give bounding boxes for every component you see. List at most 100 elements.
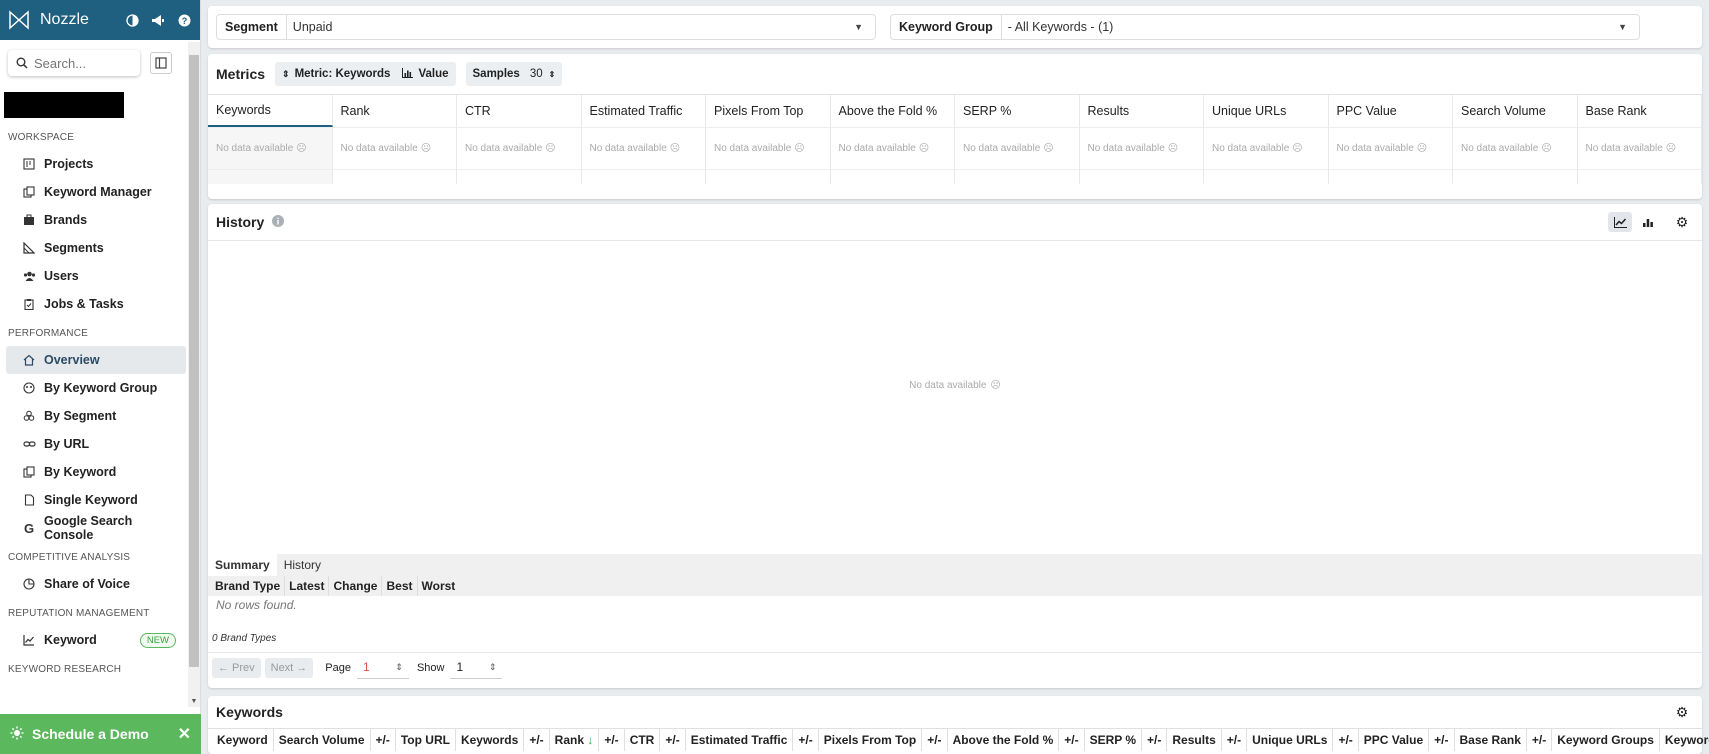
bar-chart-toggle[interactable] — [1636, 212, 1660, 232]
keyword-group-filter[interactable]: Keyword Group - All Keywords - (1) ▼ — [890, 14, 1640, 40]
metric-column-header[interactable]: Base Rank — [1578, 95, 1702, 127]
column-header-change[interactable]: Change — [329, 576, 383, 596]
metric-column-header[interactable]: SERP % — [955, 95, 1080, 127]
stepper-icon: ⇕ — [488, 661, 497, 672]
keywords-column-header[interactable]: Base Rank — [1455, 728, 1527, 751]
sidebar-item-by-url[interactable]: By URL — [6, 430, 186, 458]
section-performance: PERFORMANCE — [8, 328, 88, 339]
keywords-column-header[interactable]: Keyword Groups — [1552, 728, 1660, 751]
prev-button[interactable]: ← Prev — [212, 657, 261, 678]
close-icon[interactable]: ✕ — [178, 724, 191, 744]
keywords-column-header[interactable]: Unique URLs — [1247, 728, 1334, 751]
line-chart-toggle[interactable] — [1608, 212, 1632, 232]
info-icon[interactable] — [272, 214, 285, 230]
metric-column-header[interactable]: Rank — [333, 95, 457, 127]
collapse-sidebar-button[interactable] — [150, 52, 172, 74]
column-header-best[interactable]: Best — [382, 576, 418, 596]
keywords-column-header[interactable]: SERP % — [1085, 728, 1143, 751]
sidebar-item-google-search-console[interactable]: G Google Search Console — [6, 514, 186, 542]
keywords-column-header[interactable]: Keyword ID — [1660, 729, 1709, 751]
redacted-account-name[interactable] — [4, 92, 124, 118]
metric-select-button[interactable]: ⇕ Metric: Keywords Value — [275, 62, 456, 86]
next-button[interactable]: Next → — [264, 657, 314, 678]
keyword-group-label: Keyword Group — [891, 15, 1002, 39]
sidebar-item-by-keyword[interactable]: By Keyword — [6, 458, 186, 486]
metric-column-header[interactable]: Keywords — [208, 95, 333, 127]
sad-face-icon: ☹ — [296, 143, 307, 154]
sidebar-item-keyword[interactable]: Keyword NEW — [6, 626, 186, 654]
metric-column-header[interactable]: CTR — [457, 95, 582, 127]
keywords-column-header[interactable]: +/- — [922, 728, 948, 751]
sidebar-item-projects[interactable]: Projects — [6, 150, 186, 178]
sidebar-item-jobs-tasks[interactable]: Jobs & Tasks — [6, 290, 186, 318]
column-header-worst[interactable]: Worst — [418, 576, 460, 596]
keywords-column-header[interactable]: PPC Value — [1359, 728, 1430, 751]
keywords-column-header[interactable]: Search Volume — [274, 728, 371, 751]
scroll-down-arrow-icon[interactable]: ▼ — [189, 698, 199, 706]
page-number-input[interactable]: 1 ⇕ — [356, 657, 409, 679]
stepper-icon: ⇕ — [395, 661, 403, 672]
keywords-column-header[interactable]: Keywords — [456, 728, 525, 751]
sidebar-item-by-keyword-group[interactable]: By Keyword Group — [6, 374, 186, 402]
sidebar-item-single-keyword[interactable]: Single Keyword — [6, 486, 186, 514]
metrics-card: Metrics ⇕ Metric: Keywords Value Samples… — [208, 54, 1702, 199]
keywords-column-header[interactable]: +/- — [660, 728, 686, 751]
sidebar-search[interactable] — [8, 50, 140, 76]
metric-column-header[interactable]: Estimated Traffic — [582, 95, 706, 127]
keywords-column-header[interactable]: Above the Fold % — [948, 728, 1060, 751]
schedule-demo-banner[interactable]: Schedule a Demo ✕ — [0, 714, 201, 754]
keywords-column-header[interactable]: +/- — [1222, 728, 1248, 751]
sidebar-item-users[interactable]: Users — [6, 262, 186, 290]
keywords-column-header[interactable]: +/- — [1142, 728, 1168, 751]
theme-toggle-icon[interactable] — [124, 12, 140, 28]
no-data-text: No data available — [1087, 143, 1165, 154]
column-header-latest[interactable]: Latest — [285, 576, 330, 596]
sidebar-item-segments[interactable]: Segments — [6, 234, 186, 262]
nozzle-logo-icon[interactable] — [8, 9, 30, 31]
sidebar-item-by-segment[interactable]: By Segment — [6, 402, 186, 430]
schedule-demo-label[interactable]: Schedule a Demo — [32, 726, 178, 742]
keywords-column-header[interactable]: +/- — [1429, 728, 1455, 751]
metric-column-header[interactable]: Above the Fold % — [831, 95, 955, 127]
keywords-column-header[interactable]: +/- — [1527, 728, 1553, 751]
keyword-group-select[interactable]: - All Keywords - (1) ▼ — [1002, 20, 1639, 34]
samples-selector[interactable]: Samples 30 ⇕ — [465, 62, 563, 86]
show-count-input[interactable]: 1 ⇕ — [450, 657, 503, 679]
metric-column-header[interactable]: PPC Value — [1329, 95, 1453, 127]
keywords-column-header[interactable]: +/- — [371, 728, 396, 751]
segment-select[interactable]: Unpaid ▼ — [287, 20, 875, 34]
announcements-icon[interactable] — [150, 12, 166, 28]
keywords-column-header[interactable]: Top URL — [396, 728, 456, 751]
keywords-settings-button[interactable]: ⚙ — [1670, 702, 1694, 722]
tab-summary[interactable]: Summary — [208, 554, 277, 576]
column-header-brand-type[interactable]: Brand Type — [211, 576, 286, 596]
segment-filter[interactable]: Segment Unpaid ▼ — [216, 14, 876, 40]
metric-column-header[interactable]: Pixels From Top — [706, 95, 831, 127]
keywords-column-header[interactable]: CTR — [625, 728, 661, 751]
help-icon[interactable]: ? — [176, 12, 192, 28]
sidebar-collapse-icon — [155, 57, 167, 69]
keywords-column-header[interactable]: Rank ↓ — [550, 728, 600, 751]
keywords-column-header[interactable]: Keyword — [212, 728, 274, 751]
keywords-column-header[interactable]: +/- — [1059, 728, 1085, 751]
metric-column-header[interactable]: Results — [1080, 95, 1204, 127]
sidebar-item-brands[interactable]: Brands — [6, 206, 186, 234]
search-input[interactable] — [34, 55, 134, 71]
keywords-column-header[interactable]: +/- — [1333, 728, 1359, 751]
keywords-column-header[interactable]: Pixels From Top — [819, 728, 923, 751]
metric-column-header[interactable]: Search Volume — [1453, 95, 1578, 127]
keywords-column-header[interactable]: +/- — [599, 728, 625, 751]
keywords-column-header[interactable]: +/- — [793, 728, 819, 751]
keywords-column-header[interactable]: +/- — [524, 728, 550, 751]
tab-history[interactable]: History — [277, 554, 328, 576]
sidebar-scrollbar-thumb[interactable] — [189, 55, 199, 667]
sidebar-item-keyword-manager[interactable]: Keyword Manager — [6, 178, 186, 206]
keywords-column-header[interactable]: Results — [1167, 728, 1222, 751]
keywords-column-header[interactable]: Estimated Traffic — [686, 728, 794, 751]
sidebar-item-overview[interactable]: Overview — [6, 346, 186, 374]
column-label: Search Volume — [278, 732, 365, 747]
metric-column-header[interactable]: Unique URLs — [1204, 95, 1329, 127]
column-label: Keywords — [460, 732, 519, 747]
settings-button[interactable]: ⚙ — [1670, 212, 1694, 232]
sidebar-item-share-of-voice[interactable]: Share of Voice — [6, 570, 186, 598]
